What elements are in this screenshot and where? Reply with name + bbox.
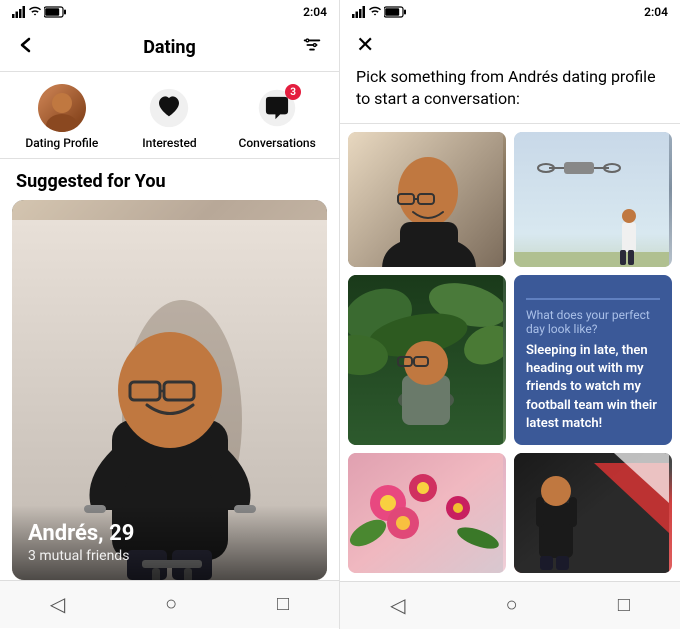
grid-text-card[interactable]: What does your perfect day look like? Sl…: [514, 275, 672, 445]
battery-icon: [44, 6, 66, 18]
nav-recents-button[interactable]: □: [257, 585, 309, 624]
left-header: Dating: [0, 24, 339, 72]
profile-info-overlay: Andrés, 29 3 mutual friends: [12, 505, 327, 580]
back-button[interactable]: [16, 35, 36, 61]
photo-drone: [514, 132, 672, 267]
conversations-icon-wrap: 3: [253, 84, 301, 132]
close-button[interactable]: ✕: [356, 32, 374, 58]
right-wifi-icon: [369, 6, 381, 18]
profile-mutual: 3 mutual friends: [28, 548, 311, 564]
right-nav-home-button[interactable]: ○: [486, 586, 538, 625]
tab-conversations[interactable]: 3 Conversations: [237, 84, 317, 150]
back-arrow-icon: [16, 35, 36, 55]
squatting-person-svg: [348, 132, 503, 267]
photo-foliage: [348, 275, 506, 445]
drone-scene-svg: [514, 132, 669, 267]
dating-profile-avatar: [38, 84, 86, 132]
right-status-bar: 2:04: [340, 0, 680, 24]
dating-profile-label: Dating Profile: [25, 136, 98, 150]
flowers-svg: [348, 453, 503, 573]
right-signal-icon: [352, 6, 366, 18]
right-panel: 2:04 ✕ Pick something from Andrés dating…: [340, 0, 680, 629]
grid-photo-6[interactable]: [514, 453, 672, 573]
interested-label: Interested: [142, 136, 196, 150]
tabs-container: Dating Profile Interested 3 Conversation: [0, 72, 339, 159]
photo-squatting: [348, 132, 506, 267]
right-header: ✕ Pick something from Andrés dating prof…: [340, 24, 680, 124]
right-nav-bar: ◁ ○ □: [340, 581, 680, 629]
grid-photo-2[interactable]: [514, 132, 672, 267]
right-battery-icon: [384, 6, 406, 18]
heart-icon: [149, 88, 189, 128]
left-signal-icons: [12, 6, 66, 18]
tab-interested[interactable]: Interested: [129, 84, 209, 150]
interested-icon-wrap: [145, 84, 193, 132]
profile-avatar-svg: [38, 84, 86, 132]
wifi-icon: [29, 6, 41, 18]
profile-grid: What does your perfect day look like? Sl…: [340, 124, 680, 581]
right-nav-back-button[interactable]: ◁: [370, 585, 425, 626]
left-time: 2:04: [303, 5, 327, 19]
signal-icon: [12, 6, 26, 18]
left-panel: 2:04 Dating: [0, 0, 340, 629]
photo-graffiti: [514, 453, 672, 573]
grid-photo-5[interactable]: [348, 453, 506, 573]
conversations-label: Conversations: [239, 136, 316, 150]
dating-profile-icon-wrap: [38, 84, 86, 132]
profile-card[interactable]: Andrés, 29 3 mutual friends: [12, 200, 327, 580]
tab-dating-profile[interactable]: Dating Profile: [22, 84, 102, 150]
right-nav-recents-button[interactable]: □: [598, 586, 650, 625]
nav-home-button[interactable]: ○: [145, 585, 197, 624]
foliage-scene-svg: [348, 275, 503, 445]
conversations-badge: 3: [285, 84, 301, 100]
right-time: 2:04: [644, 5, 668, 19]
right-signal-icons: [352, 6, 406, 18]
nav-back-button[interactable]: ◁: [30, 584, 85, 625]
graffiti-svg: [514, 453, 669, 573]
profile-name: Andrés, 29: [28, 521, 311, 546]
left-status-bar: 2:04: [0, 0, 339, 24]
filter-button[interactable]: [301, 34, 323, 61]
right-subtitle: Pick something from Andrés dating profil…: [356, 66, 664, 111]
text-card-answer: Sleeping in late, then heading out with …: [526, 342, 660, 433]
grid-photo-3[interactable]: [348, 275, 506, 445]
suggested-title: Suggested for You: [0, 159, 339, 200]
text-card-question: What does your perfect day look like?: [526, 298, 660, 336]
filter-icon: [301, 34, 323, 56]
grid-photo-1[interactable]: [348, 132, 506, 267]
left-header-title: Dating: [143, 37, 196, 58]
left-nav-bar: ◁ ○ □: [0, 580, 339, 628]
photo-flowers: [348, 453, 506, 573]
